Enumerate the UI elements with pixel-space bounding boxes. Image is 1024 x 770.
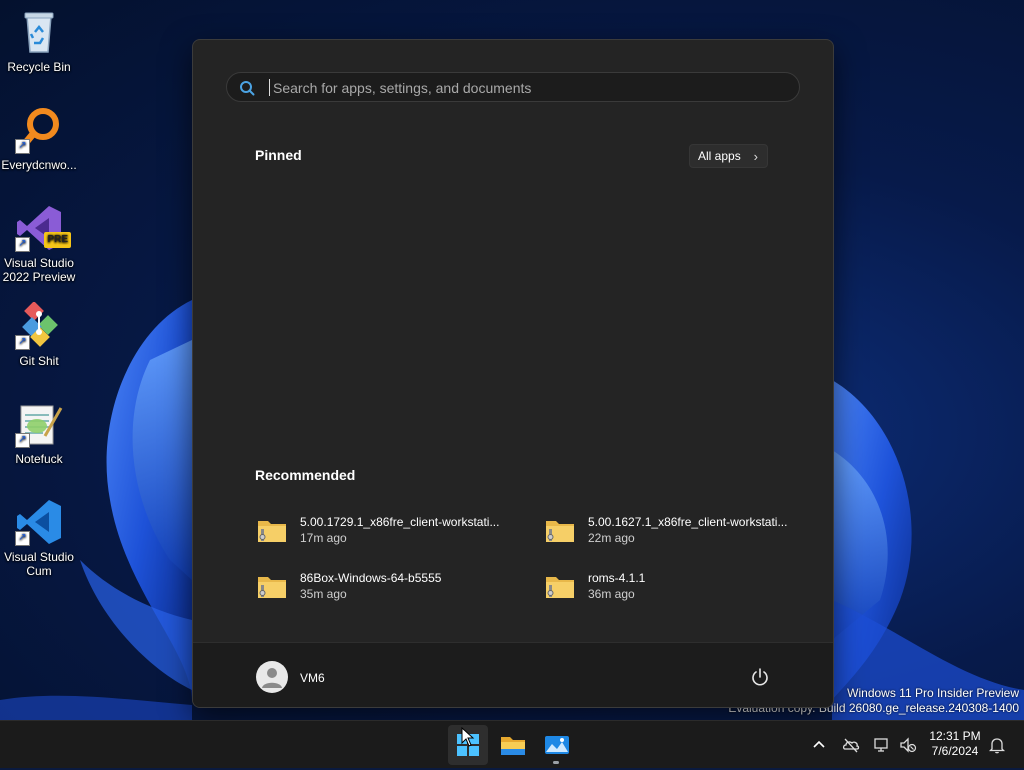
magnifier-app-icon: ↗ bbox=[15, 106, 63, 154]
recommended-item-time: 22m ago bbox=[588, 531, 635, 545]
notepad-icon: ↗ bbox=[15, 400, 63, 448]
user-avatar[interactable] bbox=[256, 661, 288, 693]
taskbar: 12:31 PM 7/6/2024 bbox=[0, 720, 1024, 768]
recommended-item[interactable]: 5.00.1729.1_x86fre_client-workstati... 1… bbox=[257, 513, 527, 553]
preview-badge: PRE bbox=[44, 232, 71, 248]
file-explorer-icon bbox=[501, 737, 525, 755]
recommended-item-time: 35m ago bbox=[300, 587, 347, 601]
shortcut-arrow-icon: ↗ bbox=[15, 237, 30, 252]
desktop-icon-label: Everydcnwo... bbox=[1, 158, 77, 172]
notification-bell-icon[interactable] bbox=[988, 736, 1006, 754]
all-apps-button[interactable]: All apps › bbox=[689, 144, 768, 168]
file-explorer-button[interactable] bbox=[493, 725, 533, 765]
volume-muted-icon[interactable] bbox=[899, 736, 917, 754]
recommended-item[interactable]: 86Box-Windows-64-b5555 35m ago bbox=[257, 569, 527, 609]
clock-date: 7/6/2024 bbox=[931, 744, 979, 758]
shortcut-arrow-icon: ↗ bbox=[15, 139, 30, 154]
recommended-item-name: roms-4.1.1 bbox=[588, 571, 646, 585]
recommended-item[interactable]: roms-4.1.1 36m ago bbox=[545, 569, 815, 609]
chevron-right-icon: › bbox=[753, 149, 758, 164]
desktop-icon-everything[interactable]: ↗ Everydcnwo... bbox=[1, 106, 77, 172]
recommended-item[interactable]: 5.00.1627.1_x86fre_client-workstati... 2… bbox=[545, 513, 815, 553]
desktop-icon-label: Notefuck bbox=[15, 452, 63, 466]
desktop-icon-label: Recycle Bin bbox=[7, 60, 71, 74]
desktop-icon-visual-studio-preview[interactable]: PRE ↗ Visual Studio 2022 Preview bbox=[1, 204, 77, 284]
recycle-bin-icon bbox=[15, 8, 63, 56]
start-search-box[interactable] bbox=[226, 72, 800, 102]
onedrive-offline-icon[interactable] bbox=[842, 736, 860, 754]
network-icon[interactable] bbox=[873, 736, 891, 754]
recommended-heading: Recommended bbox=[255, 467, 356, 483]
running-indicator bbox=[553, 761, 559, 764]
zip-folder-icon bbox=[258, 521, 286, 542]
start-menu-footer: VM6 bbox=[193, 642, 833, 707]
search-input[interactable] bbox=[271, 75, 795, 101]
visual-studio-preview-icon: PRE ↗ bbox=[15, 204, 71, 252]
desktop-icon-label: Visual Studio Cum bbox=[4, 550, 74, 578]
start-menu: Pinned All apps › Recommended 5.00.1729.… bbox=[192, 39, 834, 708]
user-name[interactable]: VM6 bbox=[300, 671, 325, 685]
pinned-heading: Pinned bbox=[255, 147, 302, 163]
desktop-icon-git[interactable]: ↗ Git Shit bbox=[1, 301, 77, 368]
zip-folder-icon bbox=[258, 577, 286, 598]
shortcut-arrow-icon: ↗ bbox=[15, 433, 30, 448]
git-icon: ↗ bbox=[15, 301, 63, 350]
zip-folder-icon bbox=[546, 521, 574, 542]
desktop-icon-label: Visual Studio 2022 Preview bbox=[2, 256, 76, 284]
recommended-item-time: 17m ago bbox=[300, 531, 347, 545]
clock-time: 12:31 PM bbox=[929, 729, 981, 743]
recommended-item-name: 86Box-Windows-64-b5555 bbox=[300, 571, 442, 585]
photos-icon bbox=[545, 736, 569, 754]
all-apps-label: All apps bbox=[698, 149, 741, 163]
vscode-icon: ↗ bbox=[15, 498, 63, 546]
desktop-icon-recycle-bin[interactable]: Recycle Bin bbox=[1, 8, 77, 74]
recommended-item-time: 36m ago bbox=[588, 587, 635, 601]
power-icon[interactable] bbox=[750, 667, 770, 687]
taskbar-clock[interactable]: 12:31 PM 7/6/2024 bbox=[920, 729, 990, 759]
recommended-item-name: 5.00.1729.1_x86fre_client-workstati... bbox=[300, 515, 500, 529]
shortcut-arrow-icon: ↗ bbox=[15, 335, 30, 350]
mouse-cursor-icon bbox=[461, 727, 475, 747]
shortcut-arrow-icon: ↗ bbox=[15, 531, 30, 546]
search-icon bbox=[240, 81, 255, 96]
recommended-item-name: 5.00.1627.1_x86fre_client-workstati... bbox=[588, 515, 788, 529]
text-caret bbox=[269, 79, 270, 96]
desktop-icon-label: Git Shit bbox=[19, 354, 59, 368]
photos-button[interactable] bbox=[537, 725, 577, 765]
desktop-icon-vscode[interactable]: ↗ Visual Studio Cum bbox=[1, 498, 77, 578]
chevron-up-icon[interactable] bbox=[810, 736, 828, 754]
zip-folder-icon bbox=[546, 577, 574, 598]
desktop-icon-notepad[interactable]: ↗ Notefuck bbox=[1, 400, 77, 466]
user-icon bbox=[262, 668, 282, 688]
